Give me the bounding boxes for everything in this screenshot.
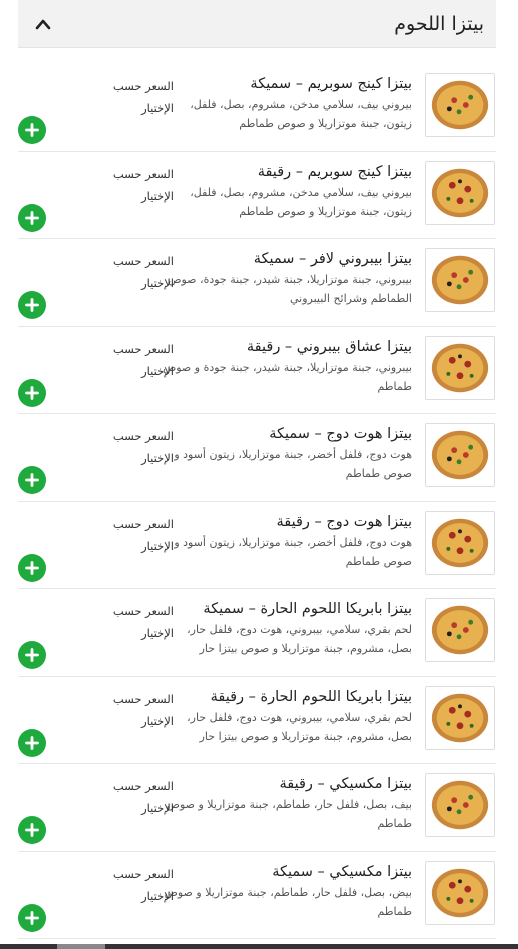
plus-icon[interactable] bbox=[18, 553, 46, 582]
plus-icon[interactable] bbox=[18, 116, 46, 144]
item-name: بيتزا هوت دوج – سميكة bbox=[269, 426, 412, 442]
item-name: بيتزا بابريكا اللحوم الحارة – سميكة bbox=[203, 601, 412, 617]
item-description: هوت دوج، فلفل أخضر، جبنة موتزاريلا، زيتو… bbox=[174, 448, 412, 480]
menu-item[interactable]: بيتزا كينج سوبريم – سميكة بيروني بيف، سلا… bbox=[18, 64, 496, 152]
item-info: بيتزا بيبروني لافر – سميكة بيبروني، جبنة … bbox=[162, 249, 412, 308]
pizza-icon[interactable] bbox=[425, 423, 495, 487]
item-description: لحم بقري، سلامي، بيبروني، هوت دوج، فلفل … bbox=[187, 710, 412, 743]
item-price: السعر حسب الإختيار bbox=[112, 166, 174, 203]
pizza-icon[interactable] bbox=[425, 510, 495, 575]
item-price: السعر حسب الإختيار bbox=[112, 691, 174, 728]
menu-item[interactable]: بيتزا كينج سوبريم – رقيقة بيروني بيف، سلا… bbox=[18, 152, 496, 239]
item-name: بيتزا مكسيكي – رقيقة bbox=[279, 776, 413, 792]
pizza-icon[interactable] bbox=[425, 598, 495, 662]
item-name: بيتزا هوت دوج – رقيقة bbox=[276, 513, 412, 530]
pizza-icon[interactable] bbox=[425, 773, 495, 837]
menu-item[interactable]: بيتزا هوت دوج – رقيقة هوت دوج، فلفل أخضر،… bbox=[18, 502, 496, 589]
pizza-icon[interactable] bbox=[425, 248, 495, 312]
plus-icon[interactable] bbox=[18, 641, 46, 669]
menu-item[interactable]: بيتزا بيبروني لافر – سميكة بيبروني، جبنة … bbox=[18, 239, 496, 327]
item-price: السعر حسب الإختيار bbox=[112, 341, 174, 378]
menu-item[interactable]: بيتزا هوت دوج – سميكة هوت دوج، فلفل أخضر،… bbox=[18, 414, 496, 502]
item-name: بيتزا بابريكا اللحوم الحارة – رقيقة bbox=[210, 688, 412, 705]
item-description: بيض، بصل، فلفل حار، طماطم، جبنة موتزاريل… bbox=[164, 885, 412, 918]
bottom-bar bbox=[0, 944, 518, 949]
item-info: بيتزا بابريكا اللحوم الحارة – سميكة لحم ب… bbox=[162, 599, 412, 658]
plus-icon[interactable] bbox=[18, 378, 46, 407]
menu-item-list: بيتزا كينج سوبريم – سميكة بيروني بيف، سلا… bbox=[18, 64, 496, 939]
plus-icon[interactable] bbox=[18, 203, 46, 232]
item-name: بيتزا كينج سوبريم – سميكة bbox=[250, 76, 412, 92]
item-info: بيتزا هوت دوج – سميكة هوت دوج، فلفل أخضر،… bbox=[162, 424, 412, 483]
item-info: بيتزا مكسيكي – سميكة بيض، بصل، فلفل حار، … bbox=[162, 862, 412, 921]
menu-item[interactable]: بيتزا مكسيكي – رقيقة بيف، بصل، فلفل حار، … bbox=[18, 764, 496, 852]
item-name: بيتزا عشاق بيبروني – رقيقة bbox=[246, 338, 412, 355]
item-info: بيتزا هوت دوج – رقيقة هوت دوج، فلفل أخضر،… bbox=[162, 512, 412, 571]
item-description: بيروني بيف، سلامي مدخن، مشروم، بصل، فلفل… bbox=[190, 98, 412, 130]
menu-item[interactable]: بيتزا بابريكا اللحوم الحارة – رقيقة لحم ب… bbox=[18, 677, 496, 764]
item-info: بيتزا كينج سوبريم – سميكة بيروني بيف، سلا… bbox=[162, 74, 412, 133]
bottom-bar-segment bbox=[57, 944, 105, 949]
item-info: بيتزا كينج سوبريم – رقيقة بيروني بيف، سلا… bbox=[162, 162, 412, 221]
pizza-icon[interactable] bbox=[425, 860, 495, 925]
item-description: لحم بقري، سلامي، بيبروني، هوت دوج، فلفل … bbox=[187, 623, 412, 655]
menu-item[interactable]: بيتزا بابريكا اللحوم الحارة – سميكة لحم ب… bbox=[18, 589, 496, 677]
category-header[interactable]: بيتزا اللحوم bbox=[18, 0, 496, 48]
item-description: بيبروني، جبنة موتزاريلا، جبنة شيدر، جبنة… bbox=[162, 360, 412, 393]
pizza-icon[interactable] bbox=[425, 73, 495, 137]
item-price: السعر حسب الإختيار bbox=[112, 779, 174, 815]
item-price: السعر حسب الإختيار bbox=[112, 254, 174, 290]
plus-icon[interactable] bbox=[18, 466, 46, 494]
pizza-icon[interactable] bbox=[425, 685, 495, 750]
item-info: بيتزا بابريكا اللحوم الحارة – رقيقة لحم ب… bbox=[162, 687, 412, 746]
item-description: بيروني بيف، سلامي مدخن، مشروم، بصل، فلفل… bbox=[190, 185, 412, 218]
item-name: بيتزا مكسيكي – سميكة bbox=[272, 863, 412, 880]
item-price: السعر حسب الإختيار bbox=[112, 516, 174, 553]
item-info: بيتزا مكسيكي – رقيقة بيف، بصل، فلفل حار، … bbox=[162, 774, 412, 833]
item-name: بيتزا بيبروني لافر – سميكة bbox=[253, 251, 412, 267]
menu-item[interactable]: بيتزا مكسيكي – سميكة بيض، بصل، فلفل حار، … bbox=[18, 852, 496, 939]
item-description: هوت دوج، فلفل أخضر، جبنة موتزاريلا، زيتو… bbox=[174, 535, 412, 568]
plus-icon[interactable] bbox=[18, 903, 46, 932]
item-price: السعر حسب الإختيار bbox=[112, 866, 174, 903]
menu-item[interactable]: بيتزا عشاق بيبروني – رقيقة بيبروني، جبنة … bbox=[18, 327, 496, 414]
item-description: بيبروني، جبنة موتزاريلا، جبنة شيدر، جبنة… bbox=[168, 273, 412, 305]
plus-icon[interactable] bbox=[18, 291, 46, 319]
item-description: بيف، بصل، فلفل حار، طماطم، جبنة موتزاريل… bbox=[166, 798, 412, 830]
plus-icon[interactable] bbox=[18, 816, 46, 844]
pizza-icon[interactable] bbox=[425, 160, 495, 225]
item-price: السعر حسب الإختيار bbox=[112, 79, 174, 115]
category-title: بيتزا اللحوم bbox=[394, 12, 484, 35]
item-info: بيتزا عشاق بيبروني – رقيقة بيبروني، جبنة … bbox=[162, 337, 412, 396]
chevron-up-icon[interactable] bbox=[32, 13, 54, 35]
item-price: السعر حسب الإختيار bbox=[112, 604, 174, 640]
plus-icon[interactable] bbox=[18, 728, 46, 757]
item-name: بيتزا كينج سوبريم – رقيقة bbox=[257, 163, 412, 180]
item-price: السعر حسب الإختيار bbox=[112, 429, 174, 465]
pizza-icon[interactable] bbox=[425, 335, 495, 400]
